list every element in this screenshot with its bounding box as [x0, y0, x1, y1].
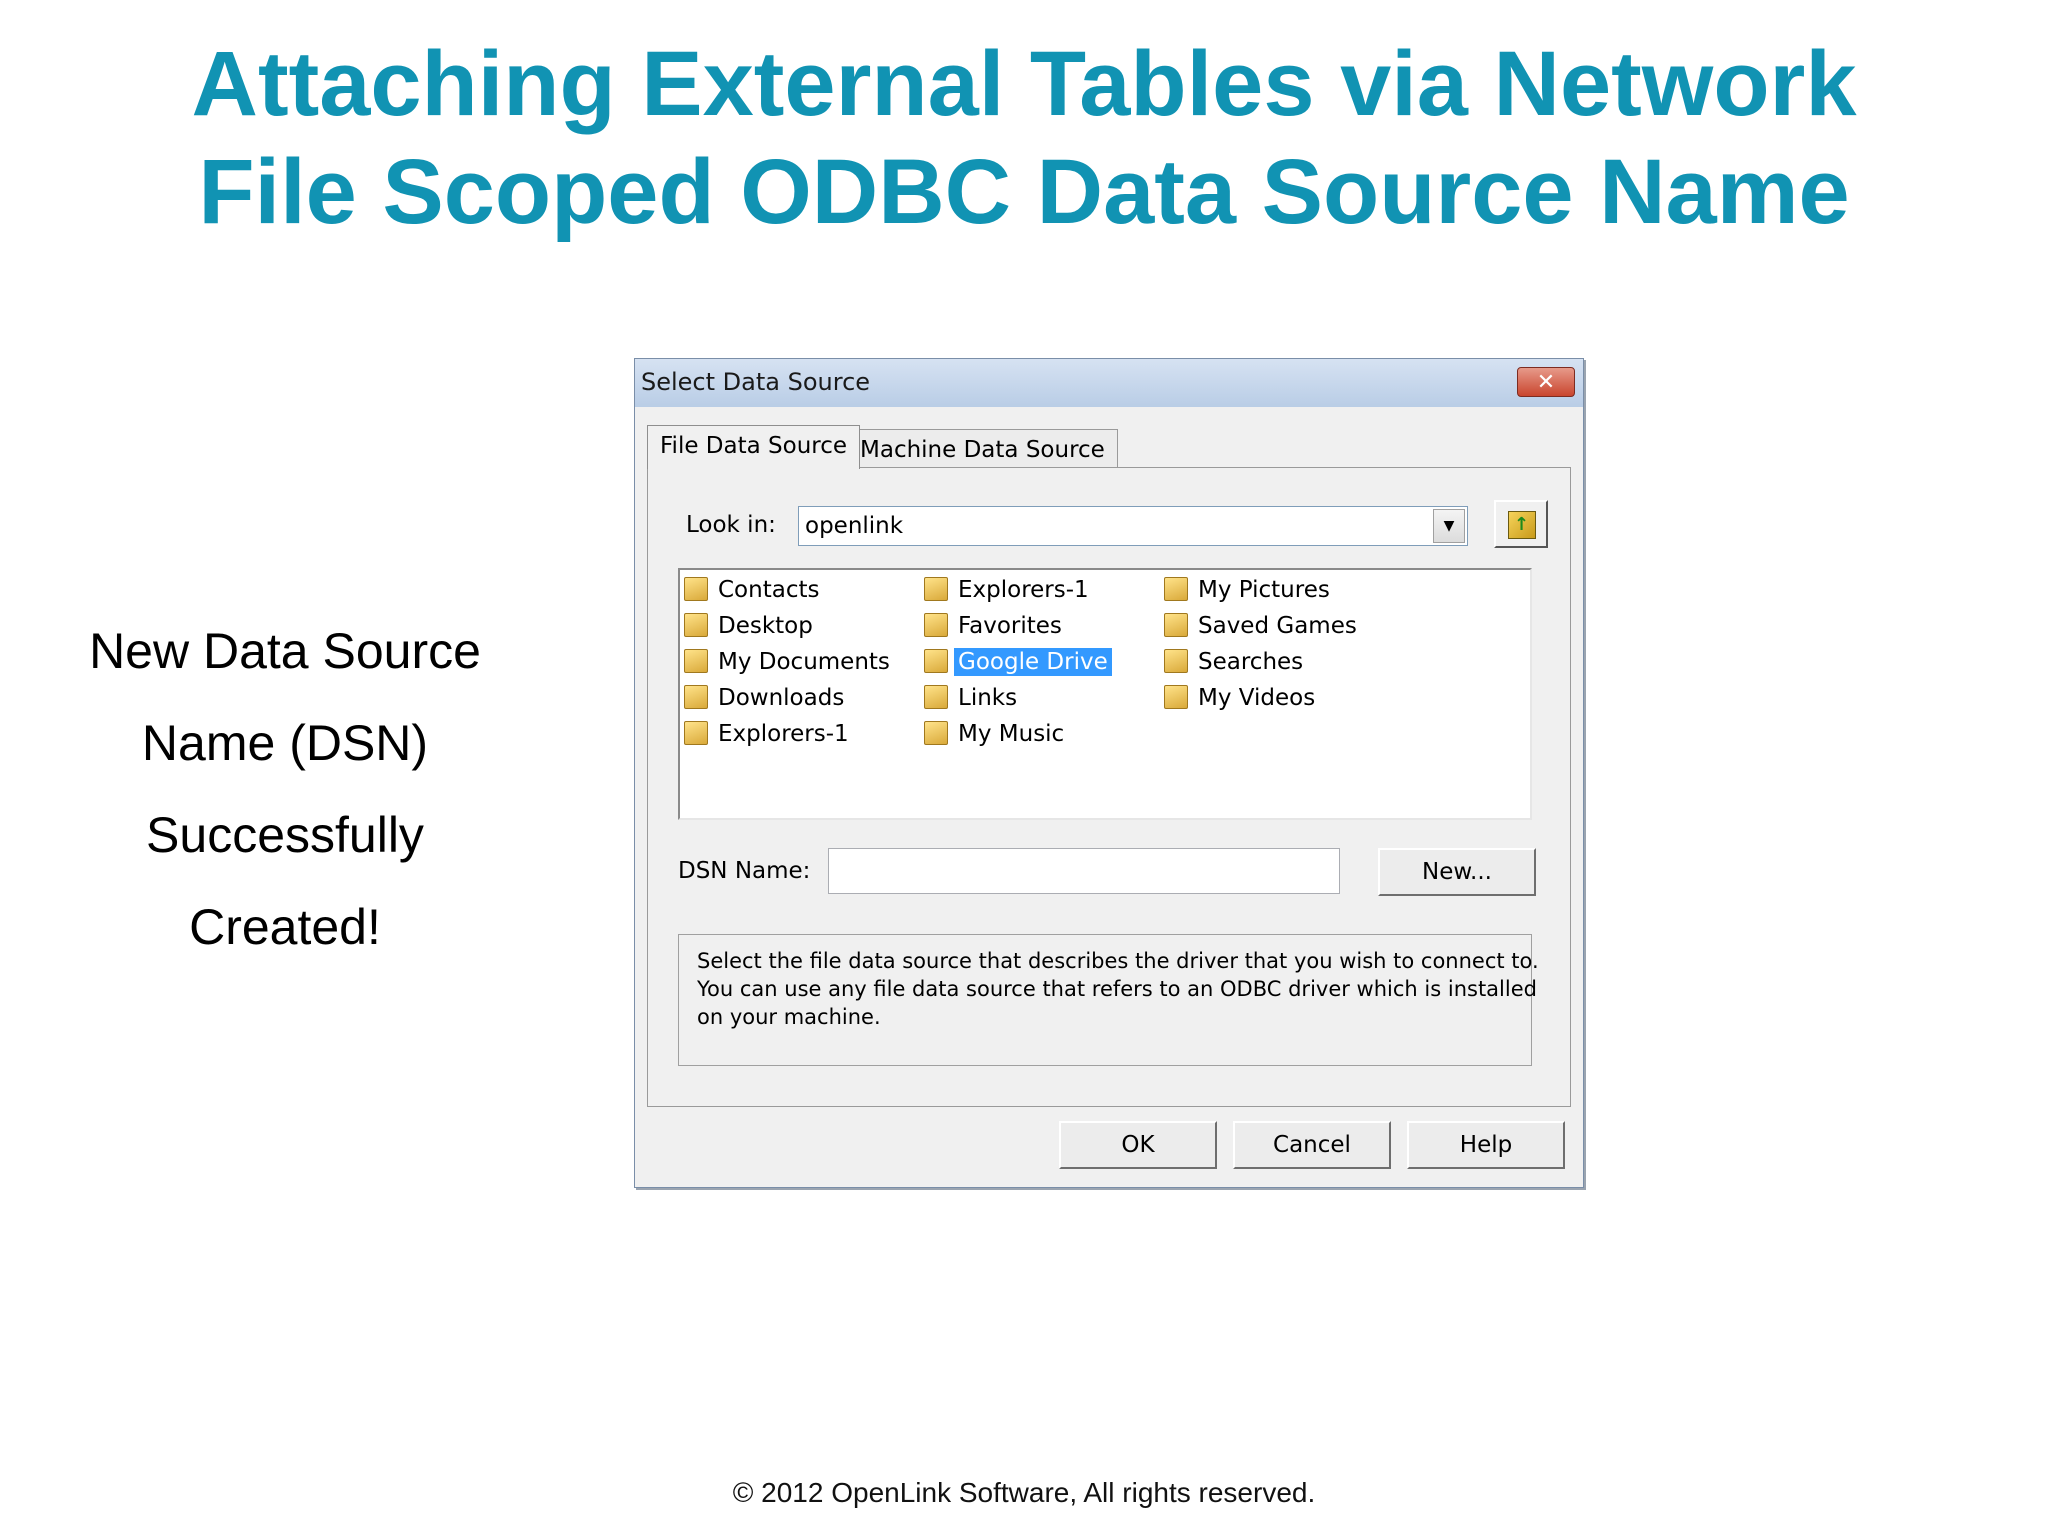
list-item[interactable]: Saved Games — [1164, 610, 1361, 642]
folder-icon — [684, 613, 708, 637]
file-list[interactable]: Contacts Desktop My Documents Downloads … — [678, 568, 1532, 820]
folder-icon — [1164, 685, 1188, 709]
side-caption-line: Created! — [189, 899, 381, 955]
dsn-name-label: DSN Name: — [678, 858, 811, 884]
list-item-label: Explorers-1 — [718, 721, 849, 747]
list-item[interactable]: My Documents — [684, 646, 894, 678]
close-icon: ✕ — [1536, 370, 1556, 395]
folder-icon — [1164, 613, 1188, 637]
up-one-level-button[interactable]: ↑ — [1494, 500, 1548, 548]
list-item-label: Contacts — [718, 577, 820, 603]
list-item-label: Google Drive — [954, 648, 1112, 676]
list-item-label: My Documents — [718, 649, 890, 675]
list-item[interactable]: My Pictures — [1164, 574, 1334, 606]
folder-icon — [924, 685, 948, 709]
description-line: Select the file data source that describ… — [697, 949, 1539, 973]
side-caption-line: New Data Source — [89, 623, 481, 679]
list-item[interactable]: Desktop — [684, 610, 817, 642]
list-item-label: Explorers-1 — [958, 577, 1089, 603]
folder-icon — [924, 649, 948, 673]
list-item[interactable]: Downloads — [684, 682, 848, 714]
list-item-selected[interactable]: Google Drive — [924, 646, 1112, 678]
folder-icon — [924, 613, 948, 637]
list-item[interactable]: Contacts — [684, 574, 823, 606]
list-item[interactable]: Favorites — [924, 610, 1066, 642]
dialog-titlebar[interactable]: Select Data Source ✕ — [635, 359, 1583, 407]
folder-icon — [684, 685, 708, 709]
tab-file-data-source[interactable]: File Data Source — [647, 425, 861, 469]
cancel-button[interactable]: Cancel — [1233, 1121, 1391, 1169]
list-item[interactable]: Searches — [1164, 646, 1307, 678]
description-box: Select the file data source that describ… — [678, 934, 1539, 1066]
up-arrow-icon: ↑ — [1514, 514, 1530, 535]
folder-icon — [684, 721, 708, 745]
look-in-dropdown[interactable]: openlink ▼ — [798, 506, 1468, 546]
chevron-down-icon[interactable]: ▼ — [1433, 509, 1465, 543]
list-item-label: Favorites — [958, 613, 1062, 639]
dsn-name-input[interactable] — [828, 848, 1340, 894]
ok-button[interactable]: OK — [1059, 1121, 1217, 1169]
help-button[interactable]: Help — [1407, 1121, 1565, 1169]
list-item-label: My Videos — [1198, 685, 1316, 711]
list-item[interactable]: My Music — [924, 718, 1068, 750]
new-button[interactable]: New... — [1378, 848, 1536, 896]
tab-label: File Data Source — [660, 433, 848, 459]
folder-icon — [924, 577, 948, 601]
side-caption-line: Name (DSN) — [141, 715, 429, 771]
close-button[interactable]: ✕ — [1517, 367, 1575, 397]
dialog-title: Select Data Source — [641, 368, 871, 396]
side-caption-line: Successfully — [146, 807, 424, 863]
list-item-label: Saved Games — [1198, 613, 1357, 639]
list-item-label: Desktop — [718, 613, 813, 639]
list-item-label: Downloads — [718, 685, 845, 711]
description-line: You can use any file data source that re… — [697, 977, 1537, 1001]
list-item[interactable]: Explorers-1 — [684, 718, 853, 750]
list-item[interactable]: Explorers-1 — [924, 574, 1093, 606]
list-item-label: My Pictures — [1198, 577, 1330, 603]
title-line-1: Attaching External Tables via Network — [191, 33, 1857, 135]
folder-icon — [1164, 649, 1188, 673]
side-caption: New Data Source Name (DSN) Successfully … — [60, 605, 510, 973]
tab-label: Machine Data Source — [860, 437, 1105, 463]
tab-panel: Look in: openlink ▼ ↑ Contacts Desktop M… — [647, 467, 1571, 1107]
list-item-label: Links — [958, 685, 1018, 711]
look-in-label: Look in: — [686, 512, 776, 538]
list-item-label: Searches — [1198, 649, 1304, 675]
select-data-source-dialog: Select Data Source ✕ File Data Source Ma… — [634, 358, 1584, 1188]
description-line: on your machine. — [697, 1005, 881, 1029]
title-line-2: File Scoped ODBC Data Source Name — [198, 141, 1850, 243]
look-in-value: openlink — [805, 513, 904, 539]
list-item-label: My Music — [958, 721, 1065, 747]
folder-icon — [684, 649, 708, 673]
copyright-footer: © 2012 OpenLink Software, All rights res… — [732, 1477, 1316, 1508]
slide-title: Attaching External Tables via Network Fi… — [0, 30, 2048, 246]
folder-icon — [1164, 577, 1188, 601]
tab-machine-data-source[interactable]: Machine Data Source — [847, 429, 1118, 469]
folder-icon — [924, 721, 948, 745]
list-item[interactable]: My Videos — [1164, 682, 1319, 714]
folder-icon — [684, 577, 708, 601]
list-item[interactable]: Links — [924, 682, 1021, 714]
